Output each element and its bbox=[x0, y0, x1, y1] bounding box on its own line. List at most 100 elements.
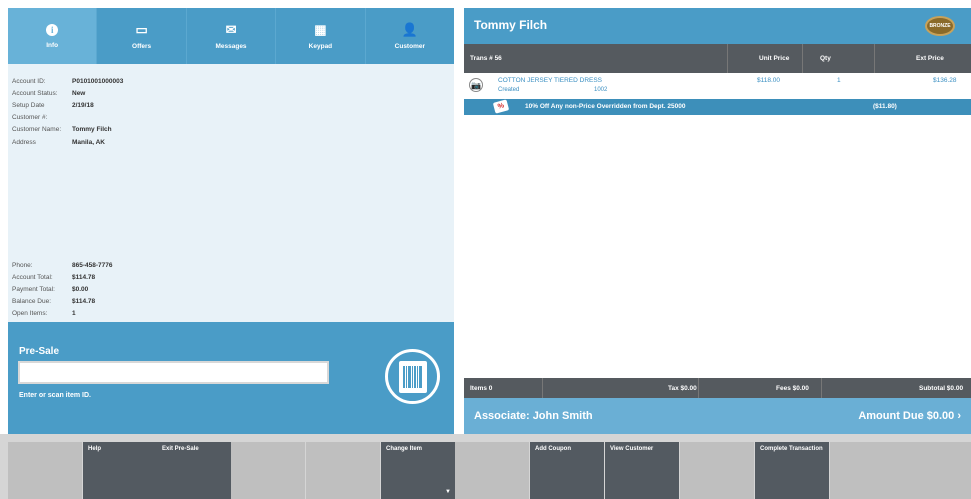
open-items-row: Open Items: 1 bbox=[12, 310, 76, 317]
transaction-panel: Tommy Filch BRONZE Trans # 56 Unit Price… bbox=[464, 8, 971, 434]
camera-icon[interactable]: 📷 bbox=[469, 78, 483, 92]
address-label: Address bbox=[12, 139, 36, 146]
balance-due-label: Balance Due: bbox=[12, 298, 52, 305]
complete-transaction-button[interactable]: Complete Transaction bbox=[755, 442, 829, 499]
presale-panel: Pre-Sale Enter or scan item ID. bbox=[8, 322, 454, 434]
item-qty: 1 bbox=[837, 77, 841, 84]
unit-price-header: Unit Price bbox=[759, 55, 790, 62]
item-code: 1002 bbox=[594, 87, 608, 93]
phone-value: 865-458-7776 bbox=[72, 262, 113, 269]
qty-header: Qty bbox=[820, 55, 831, 62]
tab-offers[interactable]: ▭ Offers bbox=[96, 8, 185, 64]
customer-name-label: Customer Name: bbox=[12, 126, 62, 133]
envelope-icon: ✉ bbox=[225, 21, 237, 37]
account-id-row: Account ID: P0101001000003 bbox=[12, 78, 123, 85]
discount-tag-icon: % bbox=[492, 99, 510, 114]
help-label: Help bbox=[88, 446, 102, 452]
add-coupon-button[interactable]: Add Coupon bbox=[530, 442, 604, 499]
customer-name-title: Tommy Filch bbox=[474, 18, 548, 32]
tax-total: Tax $0.00 bbox=[668, 385, 697, 392]
tab-keypad-label: Keypad bbox=[308, 42, 333, 50]
setup-date-row: Setup Date 2/19/18 bbox=[12, 102, 94, 109]
address-value: Manila, AK bbox=[72, 139, 105, 146]
setup-date-value: 2/19/18 bbox=[72, 102, 94, 109]
change-item-button[interactable]: Change Item ▼ bbox=[381, 442, 455, 499]
account-total-row: Account Total: $114.78 bbox=[12, 274, 95, 281]
balance-due-row: Balance Due: $114.78 bbox=[12, 298, 95, 305]
account-id-value: P0101001000003 bbox=[72, 78, 124, 85]
view-customer-label: View Customer bbox=[610, 446, 654, 452]
open-items-value: 1 bbox=[72, 310, 76, 317]
account-status-label: Account Status: bbox=[12, 90, 58, 97]
account-total-label: Account Total: bbox=[12, 274, 53, 281]
item-ext-price: $136.28 bbox=[933, 77, 957, 84]
tab-bar: i Info ▭ Offers ✉ Messages ▦ Keypad 👤 Cu… bbox=[8, 8, 454, 70]
customer-name-value: Tommy Filch bbox=[72, 126, 112, 133]
exit-presale-button[interactable]: Exit Pre-Sale bbox=[157, 442, 231, 499]
account-status-value: New bbox=[72, 90, 86, 97]
scan-barcode-button[interactable] bbox=[385, 349, 440, 404]
open-items-label: Open Items: bbox=[12, 310, 48, 317]
associate-name: Associate: John Smith bbox=[474, 410, 593, 422]
account-id-label: Account ID: bbox=[12, 78, 46, 85]
add-coupon-label: Add Coupon bbox=[535, 446, 571, 452]
tab-offers-label: Offers bbox=[132, 42, 152, 50]
fees-total: Fees $0.00 bbox=[776, 385, 809, 392]
discount-row[interactable]: % 10% Off Any non-Price Overridden from … bbox=[464, 99, 971, 115]
tab-customer[interactable]: 👤 Customer bbox=[364, 8, 454, 64]
payment-total-row: Payment Total: $0.00 bbox=[12, 286, 88, 293]
bottom-toolbar: Help Exit Pre-Sale Change Item ▼ Add Coup… bbox=[0, 434, 971, 499]
complete-transaction-label: Complete Transaction bbox=[760, 446, 823, 452]
discount-text: 10% Off Any non-Price Overridden from De… bbox=[525, 103, 686, 110]
toolbar-button-5 bbox=[306, 442, 380, 499]
exit-presale-label: Exit Pre-Sale bbox=[162, 446, 199, 452]
customer-number-label: Customer #: bbox=[12, 114, 48, 121]
toolbar-button-1 bbox=[8, 442, 82, 499]
tab-keypad[interactable]: ▦ Keypad bbox=[275, 8, 364, 64]
presale-title: Pre-Sale bbox=[19, 346, 60, 357]
column-header: Trans # 56 Unit Price Qty Ext Price bbox=[464, 44, 971, 73]
phone-label: Phone: bbox=[12, 262, 33, 269]
subtotal: Subtotal $0.00 bbox=[919, 385, 964, 392]
item-id-input[interactable] bbox=[18, 361, 329, 384]
bronze-tier-badge: BRONZE bbox=[925, 16, 955, 36]
customer-name-row: Customer Name: Tommy Filch bbox=[12, 126, 112, 133]
trans-number: Trans # 56 bbox=[470, 55, 502, 62]
tab-info-label: Info bbox=[46, 41, 59, 49]
help-button[interactable]: Help bbox=[83, 442, 157, 499]
account-status-row: Account Status: New bbox=[12, 90, 85, 97]
tab-messages[interactable]: ✉ Messages bbox=[185, 8, 275, 64]
toolbar-button-7 bbox=[455, 442, 529, 499]
toolbar-button-4 bbox=[231, 442, 305, 499]
add-customer-icon: 👤 bbox=[401, 21, 418, 37]
phone-row: Phone: 865-458-7776 bbox=[12, 262, 112, 269]
totals-bar: Items 0 Tax $0.00 Fees $0.00 Subtotal $0… bbox=[464, 378, 971, 398]
balance-due-value: $114.78 bbox=[72, 298, 96, 305]
toolbar-button-12 bbox=[830, 442, 904, 499]
keypad-icon: ▦ bbox=[314, 21, 327, 37]
item-unit-price: $118.00 bbox=[757, 77, 781, 84]
discount-amount: ($11.80) bbox=[873, 103, 897, 110]
item-status: Created bbox=[498, 87, 520, 93]
payment-total-label: Payment Total: bbox=[12, 286, 55, 293]
address-row: Address Manila, AK bbox=[12, 139, 105, 146]
tab-info[interactable]: i Info bbox=[8, 8, 97, 70]
items-count: Items 0 bbox=[470, 385, 493, 392]
barcode-icon bbox=[398, 360, 427, 393]
customer-number-row: Customer #: bbox=[12, 114, 72, 121]
toolbar-button-10 bbox=[680, 442, 754, 499]
tab-customer-label: Customer bbox=[394, 42, 425, 50]
tab-messages-label: Messages bbox=[215, 42, 247, 50]
account-total-value: $114.78 bbox=[72, 274, 96, 281]
line-item-row[interactable]: 📷 COTTON JERSEY TIERED DRESS Created 100… bbox=[464, 73, 971, 99]
amount-due-button[interactable]: Amount Due $0.00 › bbox=[858, 410, 961, 422]
associate-bar: Associate: John Smith Amount Due $0.00 › bbox=[464, 398, 971, 434]
ext-price-header: Ext Price bbox=[916, 55, 944, 62]
left-panel: i Info ▭ Offers ✉ Messages ▦ Keypad 👤 Cu… bbox=[8, 8, 454, 434]
item-name: COTTON JERSEY TIERED DRESS bbox=[498, 77, 603, 84]
dropdown-icon: ▼ bbox=[445, 489, 451, 495]
info-icon: i bbox=[46, 23, 59, 36]
transaction-header: Tommy Filch BRONZE bbox=[464, 8, 971, 44]
view-customer-button[interactable]: View Customer bbox=[605, 442, 679, 499]
customer-info-panel: Account ID: P0101001000003 Account Status… bbox=[8, 64, 454, 322]
